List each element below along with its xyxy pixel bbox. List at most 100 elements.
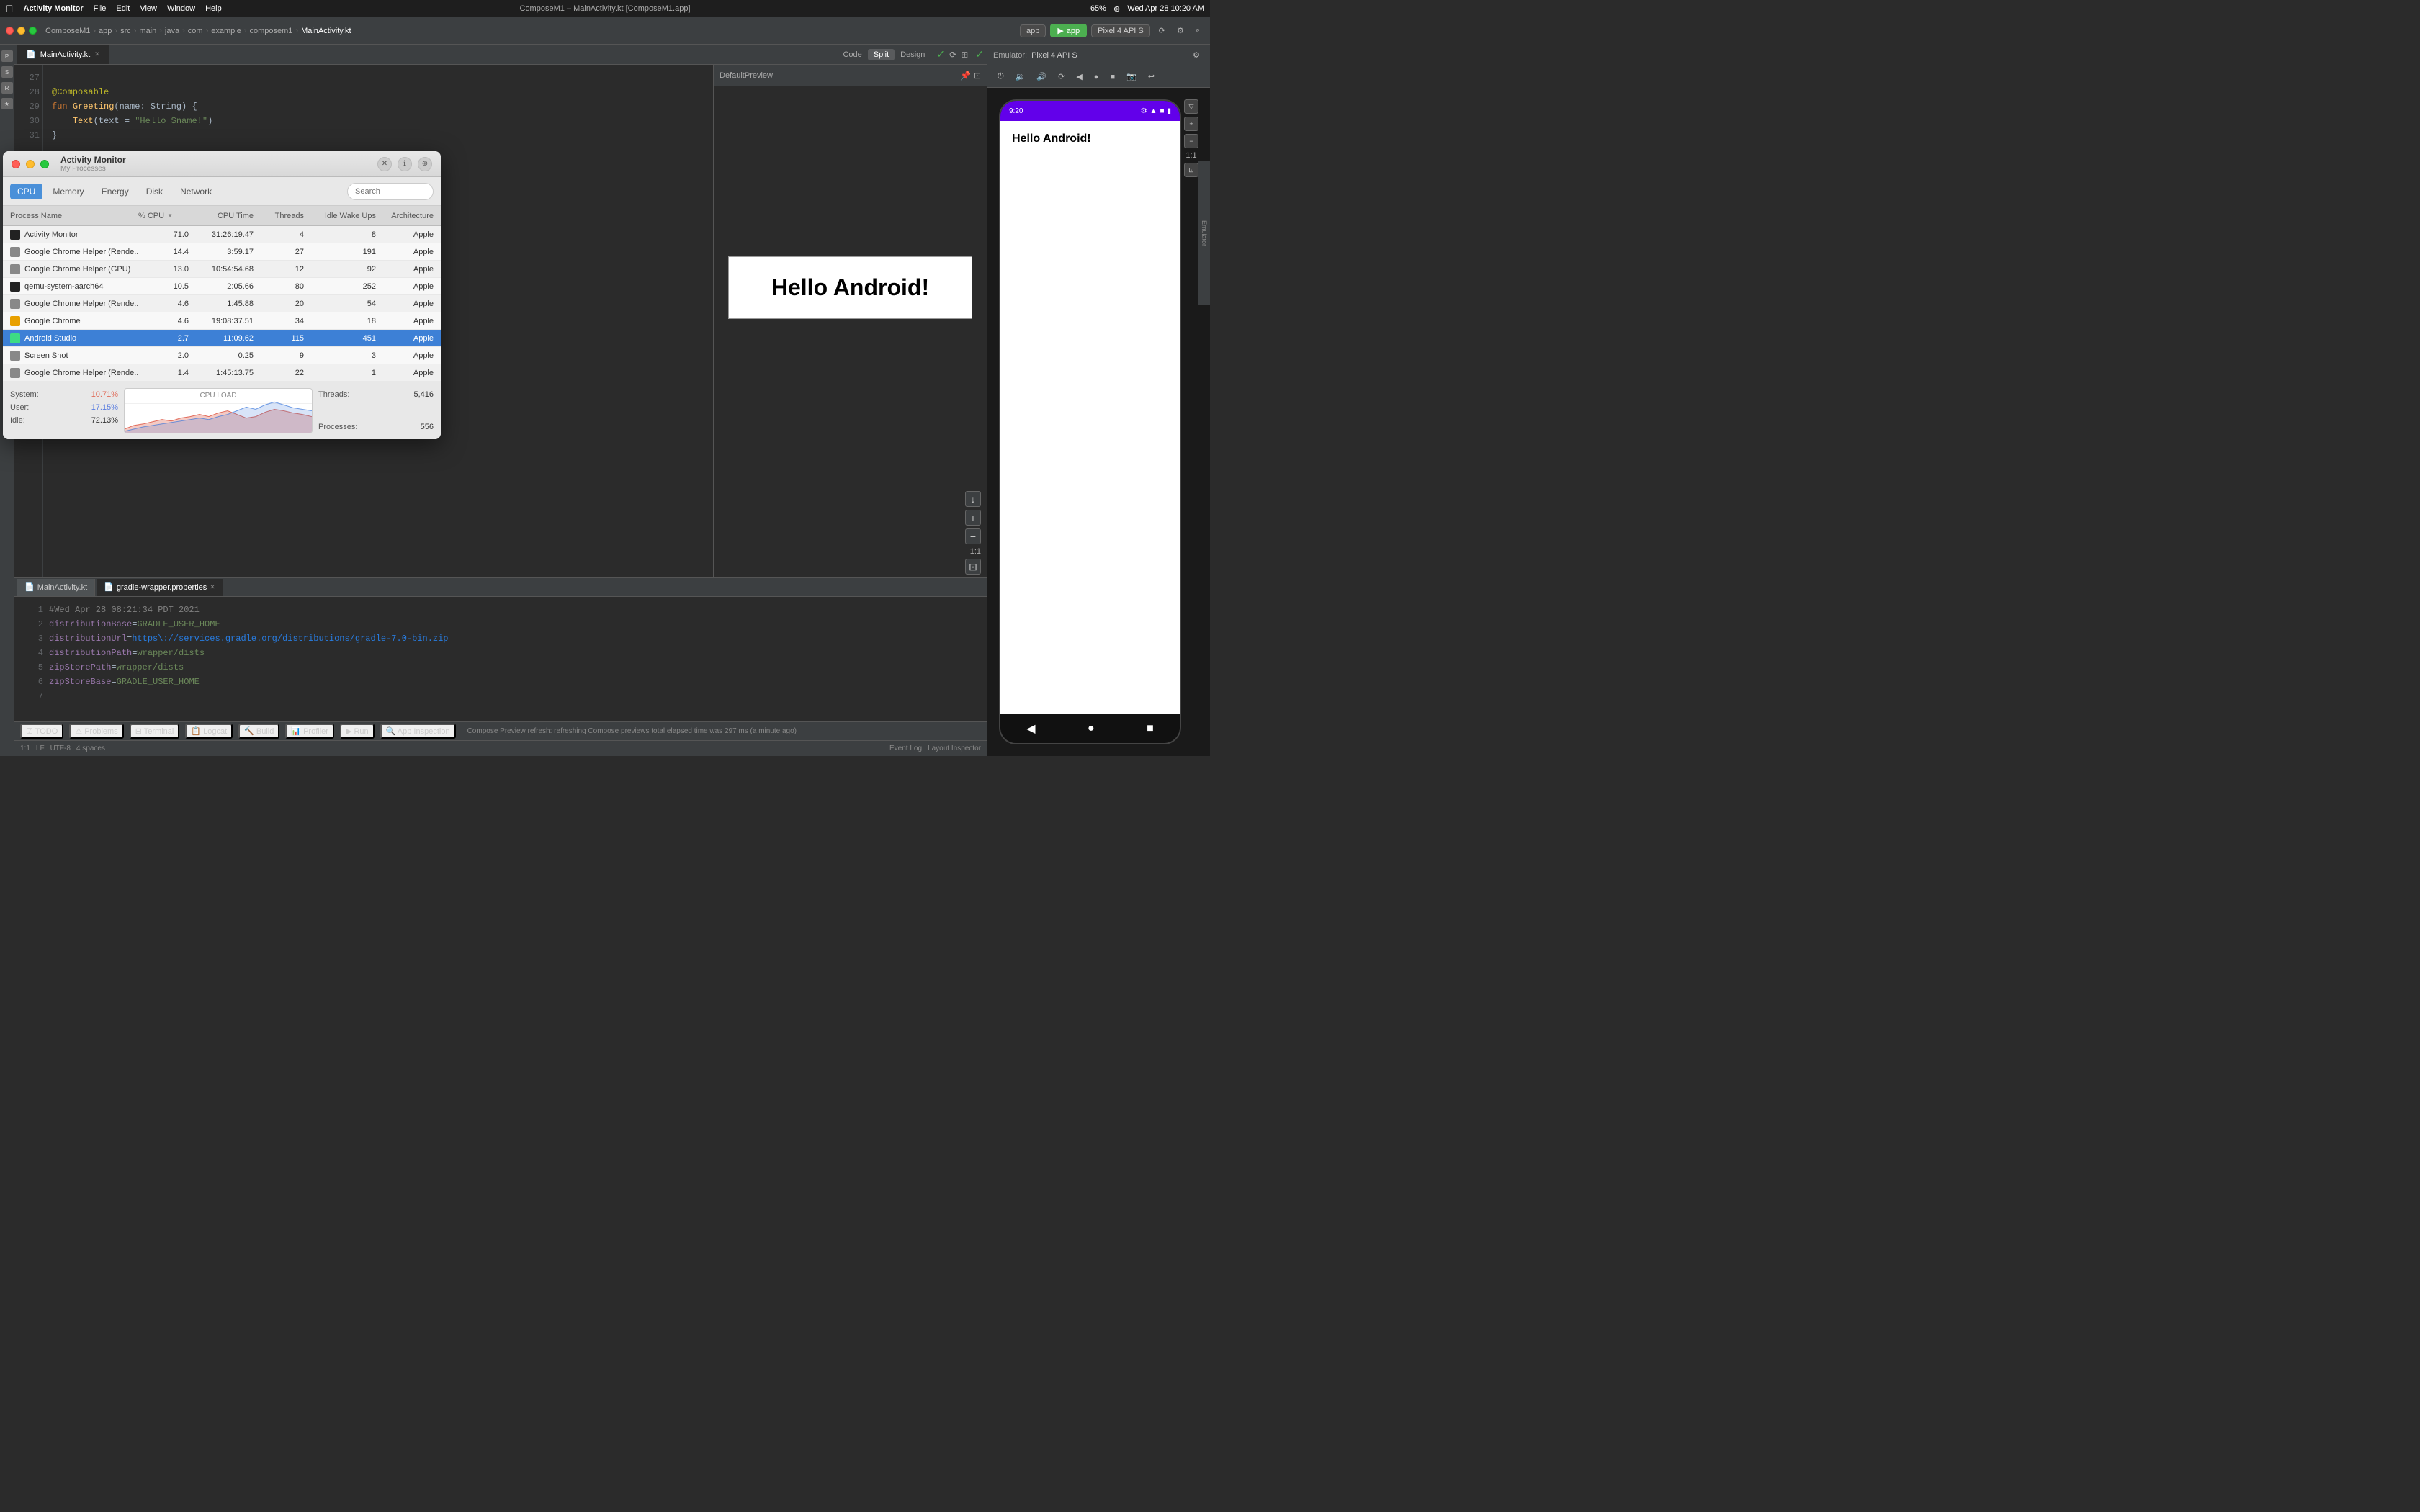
zoom-button[interactable]: [29, 27, 37, 35]
phone-home-btn[interactable]: ●: [1088, 722, 1095, 735]
table-row[interactable]: Screen Shot 2.0 0.25 9 3 Apple: [3, 347, 441, 364]
sync-btn[interactable]: ⟳: [1155, 24, 1170, 37]
table-row[interactable]: Google Chrome Helper (Rende... 14.4 3:59…: [3, 243, 441, 261]
tab-close-icon[interactable]: ✕: [94, 50, 100, 58]
zoom-plus-btn[interactable]: +: [965, 510, 981, 526]
am-close-x-btn[interactable]: ✕: [377, 157, 392, 171]
am-tab-cpu[interactable]: CPU: [10, 184, 42, 199]
apple-menu[interactable]: : [6, 3, 14, 14]
am-minimize-btn[interactable]: [26, 160, 35, 168]
am-tab-network[interactable]: Network: [173, 184, 219, 199]
favorites-icon[interactable]: ★: [1, 98, 13, 109]
run-button[interactable]: ▶ app: [1050, 24, 1087, 37]
zoom-fit-btn[interactable]: ⊡: [965, 559, 981, 575]
view-tab-code[interactable]: Code: [837, 49, 867, 60]
col-cpu-time[interactable]: CPU Time: [189, 212, 254, 220]
emu-vol-down-btn[interactable]: 🔉: [1011, 71, 1030, 83]
bc-file[interactable]: MainActivity.kt: [301, 27, 351, 35]
pin-icon[interactable]: 📌: [960, 71, 971, 81]
zoom-minus-btn[interactable]: −: [965, 528, 981, 544]
bc-java[interactable]: java: [165, 27, 179, 35]
close-button[interactable]: [6, 27, 14, 35]
col-cpu[interactable]: % CPU ▼: [138, 212, 189, 220]
zoom-in-btn[interactable]: ↓: [965, 491, 981, 507]
resource-icon[interactable]: R: [1, 82, 13, 94]
problems-btn[interactable]: ⚠ Problems: [69, 724, 123, 739]
device-selector[interactable]: Pixel 4 API S: [1091, 24, 1150, 37]
am-tab-disk[interactable]: Disk: [139, 184, 170, 199]
menu-view[interactable]: View: [140, 4, 157, 13]
table-row[interactable]: Google Chrome 4.6 19:08:37.51 34 18 Appl…: [3, 312, 441, 330]
bc-src[interactable]: src: [120, 27, 131, 35]
phone-back-btn[interactable]: ◀: [1026, 721, 1035, 736]
emu-more-btn[interactable]: ↩: [1144, 71, 1159, 83]
run-config-selector[interactable]: app: [1020, 24, 1046, 37]
project-icon[interactable]: P: [1, 50, 13, 62]
emu-recents-btn[interactable]: ■: [1106, 71, 1119, 83]
app-menu-title[interactable]: Activity Monitor: [24, 4, 84, 13]
am-tab-energy[interactable]: Energy: [94, 184, 136, 199]
layout-inspector[interactable]: Layout Inspector: [928, 744, 981, 752]
phone-nav-bar[interactable]: ◀ ● ■: [1000, 714, 1180, 743]
am-close-btn[interactable]: [12, 160, 20, 168]
am-tab-memory[interactable]: Memory: [45, 184, 91, 199]
menu-file[interactable]: File: [94, 4, 107, 13]
bc-example[interactable]: example: [211, 27, 241, 35]
app-inspection-btn[interactable]: 🔍 App Inspection: [380, 724, 456, 739]
col-arch[interactable]: Architecture: [376, 212, 434, 220]
event-log[interactable]: Event Log: [889, 744, 922, 752]
bc-app[interactable]: app: [99, 27, 112, 35]
bc-root[interactable]: ComposeM1: [45, 27, 90, 35]
minimize-button[interactable]: [17, 27, 25, 35]
am-action-btn[interactable]: ⊕: [418, 157, 432, 171]
tab-gradle[interactable]: 📄 gradle-wrapper.properties ✕: [97, 579, 223, 596]
col-threads[interactable]: Threads: [254, 212, 304, 220]
emu-minus-btn[interactable]: −: [1184, 134, 1198, 148]
emu-rotate-btn[interactable]: ⟳: [1054, 71, 1069, 83]
emu-back-btn[interactable]: ◀: [1072, 71, 1086, 83]
bc-com[interactable]: com: [188, 27, 203, 35]
emu-plus-btn[interactable]: +: [1184, 117, 1198, 131]
profiler-btn[interactable]: 📊 Profiler: [285, 724, 334, 739]
tab-mainactivity[interactable]: 📄 MainActivity.kt ✕: [17, 45, 109, 64]
phone-recents-btn[interactable]: ■: [1147, 722, 1154, 735]
emu-fold-btn[interactable]: ▽: [1184, 99, 1198, 114]
table-row[interactable]: qemu-system-aarch64 10.5 2:05.66 80 252 …: [3, 278, 441, 295]
am-zoom-btn[interactable]: [40, 160, 49, 168]
gradle-editor[interactable]: 1 #Wed Apr 28 08:21:34 PDT 2021 2 distri…: [14, 597, 987, 721]
phone-content[interactable]: Hello Android!: [1000, 121, 1180, 714]
bc-pkg[interactable]: composem1: [249, 27, 292, 35]
terminal-btn[interactable]: ⊟ Terminal: [130, 724, 180, 739]
emu-fit-btn[interactable]: ⊡: [1184, 163, 1198, 177]
menu-edit[interactable]: Edit: [116, 4, 130, 13]
table-row[interactable]: Google Chrome Helper (Rende... 1.4 1:45:…: [3, 364, 441, 382]
table-row[interactable]: Google Chrome Helper (Rende... 4.6 1:45.…: [3, 295, 441, 312]
build-btn[interactable]: 🔨 Build: [238, 724, 279, 739]
am-search-input[interactable]: [347, 183, 434, 200]
menu-help[interactable]: Help: [205, 4, 222, 13]
refresh-icon[interactable]: ⟳: [949, 50, 956, 60]
table-row[interactable]: Google Chrome Helper (GPU) 13.0 10:54:54…: [3, 261, 441, 278]
logcat-btn[interactable]: 📋 Logcat: [185, 724, 233, 739]
run-tool-btn[interactable]: ▶ Run: [340, 724, 375, 739]
col-idle[interactable]: Idle Wake Ups: [304, 212, 376, 220]
emu-vol-up-btn[interactable]: 🔊: [1032, 71, 1051, 83]
search-btn[interactable]: ⌕: [1191, 24, 1204, 37]
view-tab-design[interactable]: Design: [895, 49, 931, 60]
bc-main[interactable]: main: [139, 27, 156, 35]
expand-icon[interactable]: ⊡: [974, 71, 981, 81]
tab-mainactivity-bottom[interactable]: 📄 MainActivity.kt: [17, 579, 95, 596]
col-process-name[interactable]: Process Name: [10, 212, 138, 220]
view-tab-split[interactable]: Split: [868, 49, 895, 60]
menu-window[interactable]: Window: [167, 4, 195, 13]
emu-power-btn[interactable]: ⏻: [993, 71, 1008, 83]
todo-btn[interactable]: ☑ TODO: [20, 724, 63, 739]
layout-icon[interactable]: ⊞: [961, 50, 968, 60]
table-row[interactable]: Activity Monitor 71.0 31:26:19.47 4 8 Ap…: [3, 226, 441, 243]
settings-btn[interactable]: ⚙: [1173, 24, 1188, 37]
table-row[interactable]: Android Studio 2.7 11:09.62 115 451 Appl…: [3, 330, 441, 347]
emu-home-btn[interactable]: ●: [1090, 71, 1103, 83]
emu-settings-btn[interactable]: ⚙: [1188, 49, 1204, 61]
am-info-btn[interactable]: ℹ: [398, 157, 412, 171]
emu-screenshot-btn[interactable]: 📷: [1122, 71, 1141, 83]
